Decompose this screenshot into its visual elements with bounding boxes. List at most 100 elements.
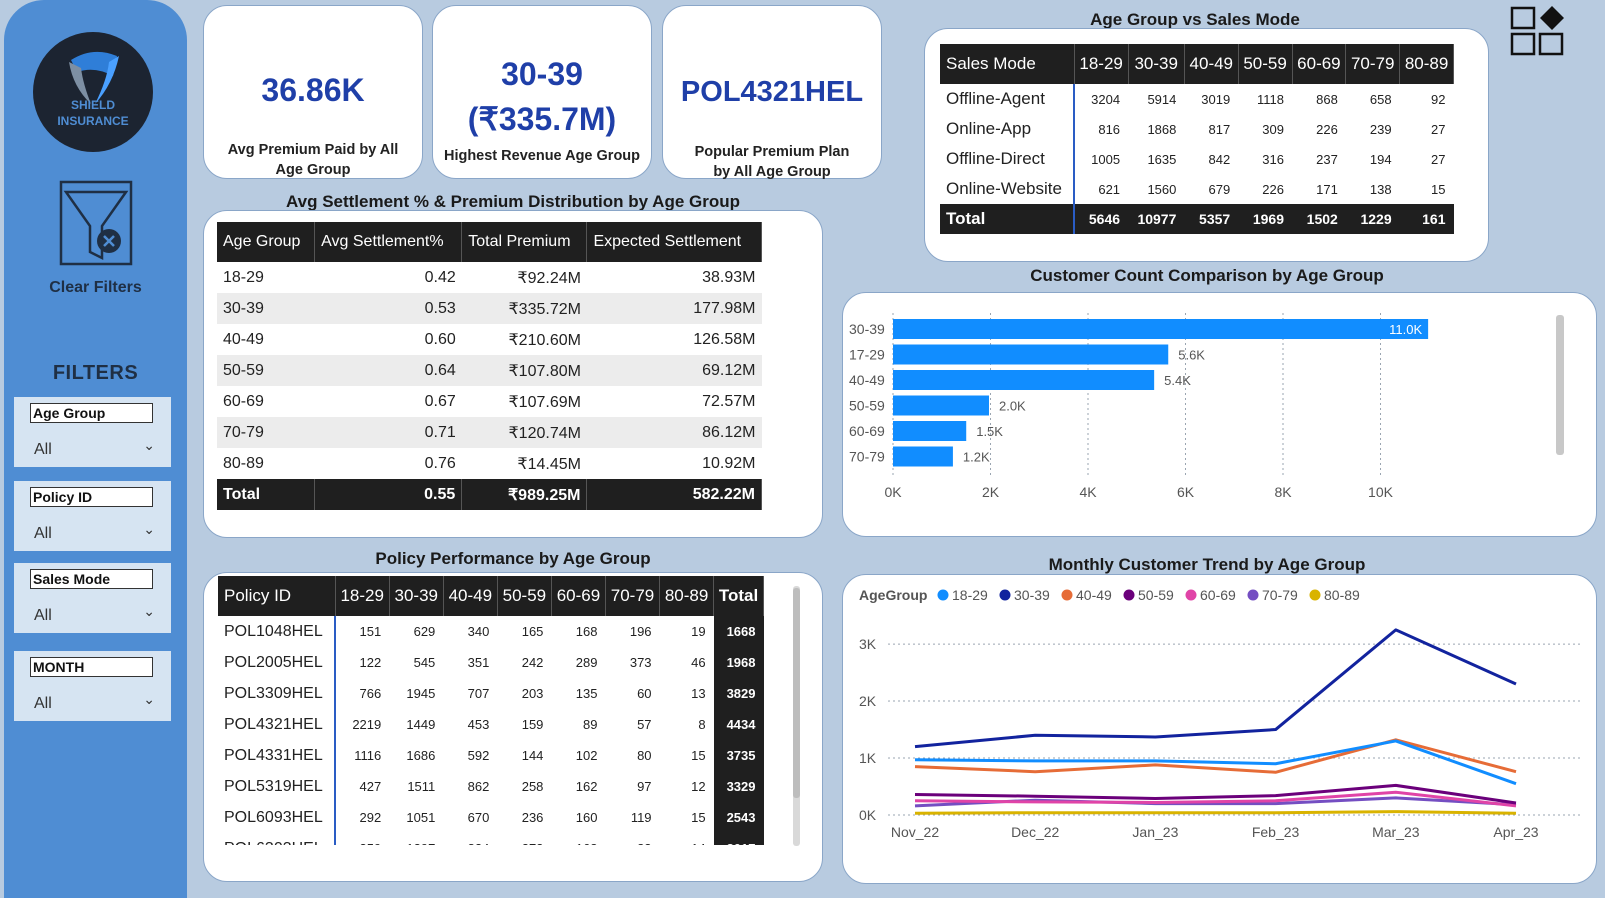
table-row[interactable]: Offline-Direct 1005 1635 842 316 237 194 27	[940, 144, 1454, 174]
column-header[interactable]: Policy ID	[218, 576, 336, 616]
shield-icon	[69, 51, 119, 104]
table-cell: 138	[1369, 181, 1392, 197]
column-header[interactable]: Total	[713, 576, 764, 616]
table-cell: 46	[691, 655, 706, 670]
policy-table: Policy ID 18-29 30-39 40-49 50-59 60-69 70-79 8…	[218, 576, 764, 845]
table-cell: 162	[575, 779, 598, 794]
slicer-value[interactable]: All	[34, 607, 52, 625]
table-row[interactable]: 80-89 0.76 ₹14.45M 10.92M	[217, 448, 762, 479]
slicer-value[interactable]: All	[34, 525, 52, 543]
table-cell: 168	[551, 833, 605, 845]
table-cell: POL6303HEL	[218, 833, 337, 845]
table-row[interactable]: 70-79 0.71 ₹120.74M 86.12M	[217, 417, 762, 448]
table-row[interactable]: POL4321HEL 2219 1449 453 159 89 57 8 4434	[218, 709, 764, 740]
data-label: 2.0K	[999, 399, 1026, 414]
column-header[interactable]: 50-59	[1238, 44, 1293, 84]
table-cell: 351	[467, 655, 490, 670]
policy-table-scroll[interactable]: Policy ID 18-29 30-39 40-49 50-59 60-69 70-79 8…	[218, 576, 778, 845]
table-cell: 1635	[1147, 151, 1177, 167]
column-header[interactable]: 18-29	[335, 576, 390, 616]
column-header[interactable]: 40-49	[443, 576, 498, 616]
table-row[interactable]: POL6303HEL359129782427216883143017	[218, 833, 764, 845]
table-cell: 239	[1369, 121, 1392, 137]
table-row[interactable]: 40-49 0.60 ₹210.60M 126.58M	[217, 324, 762, 355]
bar	[893, 395, 989, 416]
age-group-slicer[interactable]: Age Group All ⌄	[14, 397, 171, 467]
table-cell: 453	[467, 717, 490, 732]
column-header[interactable]: 80-89	[1399, 44, 1454, 84]
table-cell: Online-Website	[940, 174, 1076, 204]
sales-mode-table: Sales Mode 18-29 30-39 40-49 50-59 60-69 70-79…	[940, 44, 1454, 234]
table-cell: ₹107.80M	[461, 355, 587, 386]
table-cell: 373	[629, 655, 652, 670]
total-cell: 1969	[1238, 204, 1292, 234]
layout-grid-icon[interactable]	[1510, 6, 1566, 56]
kpi-popular-plan-card: POL4321HEL Popular Premium Plan by All A…	[662, 5, 882, 180]
table-row[interactable]: 30-39 0.53 ₹335.72M 177.98M	[217, 293, 762, 324]
table-row[interactable]: Offline-Agent 3204 5914 3019 1118 868 658 92	[940, 84, 1454, 114]
total-cell: Total	[940, 204, 1076, 234]
chevron-down-icon[interactable]: ⌄	[143, 521, 155, 538]
category-label: 30-39	[849, 321, 885, 337]
column-header[interactable]: 50-59	[497, 576, 552, 616]
table-cell: 1868	[1147, 121, 1177, 137]
column-header[interactable]: Age Group	[217, 222, 316, 262]
chevron-down-icon[interactable]: ⌄	[143, 691, 155, 708]
column-header[interactable]: 30-39	[389, 576, 444, 616]
month-slicer[interactable]: MONTH All ⌄	[14, 651, 171, 721]
x-tick-label: 6K	[1177, 484, 1195, 500]
table-cell: 226	[1262, 181, 1284, 197]
legend-label: 40-49	[1076, 587, 1112, 603]
table-cell: 5914	[1147, 91, 1177, 107]
column-header[interactable]: 70-79	[605, 576, 661, 616]
table-row[interactable]: Online-App 816 1868 817 309 226 239 27	[940, 114, 1454, 144]
table-row[interactable]: POL2005HEL 122 545 351 242 289 373 46 1968	[218, 647, 764, 678]
column-header[interactable]: 70-79	[1345, 44, 1401, 84]
y-tick-label: 2K	[859, 693, 877, 709]
column-header[interactable]: Sales Mode	[940, 44, 1075, 84]
line-chart-card: AgeGroup 18-29 30-39 40-49 50-59 60-69 70-79 80…	[842, 574, 1597, 884]
slicer-value[interactable]: All	[34, 441, 52, 459]
table-cell: 165	[521, 624, 544, 639]
table-cell: ₹335.72M	[461, 293, 587, 324]
table-cell: 135	[575, 686, 598, 701]
column-header[interactable]: Expected Settlement	[586, 222, 762, 262]
table-row[interactable]: Online-Website 621 1560 679 226 171 138 15	[940, 174, 1454, 204]
column-header[interactable]: 30-39	[1128, 44, 1185, 84]
table-row[interactable]: 60-69 0.67 ₹107.69M 72.57M	[217, 386, 762, 417]
policy-table-scrollbar[interactable]	[793, 586, 800, 846]
table-row[interactable]: POL5319HEL 427 1511 862 258 162 97 12 3329	[218, 771, 764, 802]
data-label: 1.2K	[963, 450, 990, 465]
column-header[interactable]: 18-29	[1074, 44, 1129, 84]
column-header[interactable]: Total Premium	[461, 222, 588, 262]
table-row[interactable]: POL3309HEL 766 1945 707 203 135 60 13 3829	[218, 678, 764, 709]
settlement-table-title: Avg Settlement % & Premium Distribution …	[285, 192, 740, 211]
slicer-label: Sales Mode	[30, 569, 153, 589]
bar-chart-card: 0K 2K 4K 6K 8K 10K 30-39 11.0K 17-29 5.6K 40-49 5.4…	[842, 292, 1597, 537]
sales-mode-slicer[interactable]: Sales Mode All ⌄	[14, 563, 171, 633]
column-header[interactable]: 60-69	[1292, 44, 1347, 84]
table-cell: 592	[467, 748, 490, 763]
logo-text-line1: SHIELD	[70, 98, 115, 112]
column-header[interactable]: Avg Settlement%	[314, 222, 463, 262]
clear-filters-button[interactable]: Clear Filters	[4, 180, 187, 297]
chevron-down-icon[interactable]: ⌄	[143, 603, 155, 620]
sales-mode-title: Age Group vs Sales Mode	[1090, 10, 1300, 29]
chevron-down-icon[interactable]: ⌄	[143, 437, 155, 454]
table-cell: 92	[1431, 91, 1446, 107]
table-cell: 60	[637, 686, 652, 701]
table-row[interactable]: POL6093HEL 292 1051 670 236 160 119 15 2543	[218, 802, 764, 833]
table-row[interactable]: 50-59 0.64 ₹107.80M 69.12M	[217, 355, 762, 386]
table-row[interactable]: 18-29 0.42 ₹92.24M 38.93M	[217, 262, 762, 293]
policy-id-slicer[interactable]: Policy ID All ⌄	[14, 481, 171, 551]
slicer-value[interactable]: All	[34, 695, 52, 713]
table-cell: 309	[1262, 121, 1284, 137]
table-cell: POL4331HEL	[218, 740, 337, 771]
scrollbar-thumb[interactable]	[793, 588, 800, 798]
column-header[interactable]: 80-89	[659, 576, 715, 616]
column-header[interactable]: 60-69	[551, 576, 606, 616]
column-header[interactable]: 40-49	[1184, 44, 1239, 84]
series-line	[914, 628, 1517, 749]
table-row[interactable]: POL1048HEL 151 629 340 165 168 196 19 1668	[218, 616, 764, 647]
table-row[interactable]: POL4331HEL 1116 1686 592 144 102 80 15 3735	[218, 740, 764, 771]
